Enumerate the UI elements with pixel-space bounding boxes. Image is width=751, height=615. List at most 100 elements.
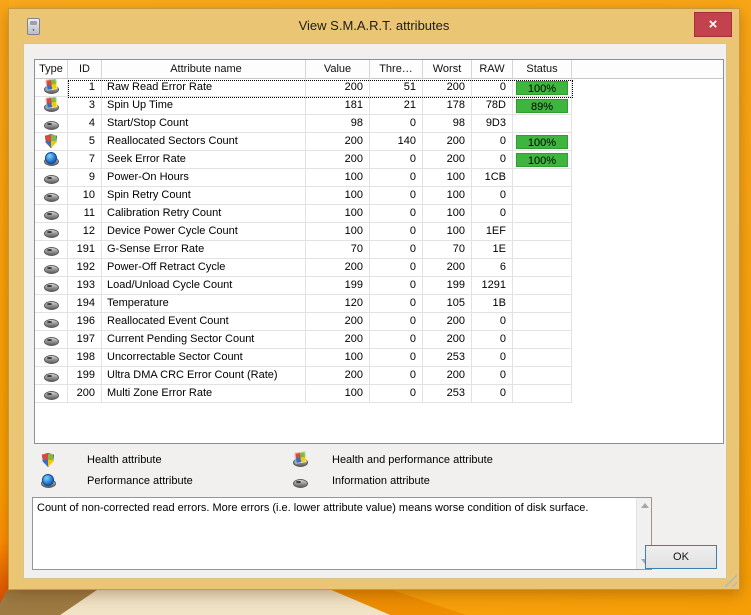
cell-type xyxy=(35,349,68,367)
table-row[interactable]: 198 Uncorrectable Sector Count 100 0 253 0 xyxy=(35,349,572,367)
cell-threshold: 0 xyxy=(370,223,423,241)
cell-attribute-name: Power-Off Retract Cycle xyxy=(102,259,306,277)
cell-attribute-name: Spin Up Time xyxy=(102,97,306,115)
cell-status xyxy=(513,187,572,205)
column-header-status[interactable]: Status xyxy=(513,60,572,79)
information-icon xyxy=(43,223,59,239)
cell-worst: 100 xyxy=(423,223,472,241)
cell-id: 192 xyxy=(68,259,102,277)
cell-threshold: 0 xyxy=(370,169,423,187)
table-row[interactable]: 5 Reallocated Sectors Count 200 140 200 0 100% xyxy=(35,133,572,151)
cell-status xyxy=(513,295,572,313)
legend-label: Health attribute xyxy=(87,454,162,466)
cell-worst: 200 xyxy=(423,367,472,385)
cell-type xyxy=(35,259,68,277)
cell-attribute-name: Calibration Retry Count xyxy=(102,205,306,223)
cell-status xyxy=(513,205,572,223)
cell-worst: 200 xyxy=(423,79,472,97)
table-row[interactable]: 196 Reallocated Event Count 200 0 200 0 xyxy=(35,313,572,331)
attribute-description-box[interactable]: Count of non-corrected read errors. More… xyxy=(32,497,652,570)
cell-raw: 0 xyxy=(472,187,513,205)
table-row[interactable]: 10 Spin Retry Count 100 0 100 0 xyxy=(35,187,572,205)
cell-type xyxy=(35,385,68,403)
health-icon xyxy=(43,133,59,149)
cell-type xyxy=(35,367,68,385)
health-and-performance-icon xyxy=(43,97,59,113)
cell-value: 200 xyxy=(306,313,370,331)
cell-id: 199 xyxy=(68,367,102,385)
table-row[interactable]: 191 G-Sense Error Rate 70 0 70 1E xyxy=(35,241,572,259)
table-row[interactable]: 197 Current Pending Sector Count 200 0 200 0 xyxy=(35,331,572,349)
health-icon xyxy=(40,452,56,468)
column-header-raw[interactable]: RAW xyxy=(472,60,513,79)
cell-worst: 70 xyxy=(423,241,472,259)
cell-id: 198 xyxy=(68,349,102,367)
information-icon xyxy=(43,187,59,203)
cell-status: 100% xyxy=(513,79,572,97)
cell-worst: 105 xyxy=(423,295,472,313)
cell-id: 3 xyxy=(68,97,102,115)
table-row[interactable]: 1 Raw Read Error Rate 200 51 200 0 100% xyxy=(35,79,572,97)
table-row[interactable]: 12 Device Power Cycle Count 100 0 100 1EF xyxy=(35,223,572,241)
cell-id: 200 xyxy=(68,385,102,403)
cell-threshold: 0 xyxy=(370,331,423,349)
cell-id: 12 xyxy=(68,223,102,241)
information-icon xyxy=(43,241,59,257)
listview-header: Type ID Attribute name Value Thre… Worst… xyxy=(35,60,723,79)
cell-raw: 0 xyxy=(472,367,513,385)
titlebar[interactable]: View S.M.A.R.T. attributes × xyxy=(9,9,739,43)
cell-value: 181 xyxy=(306,97,370,115)
information-icon xyxy=(43,115,59,131)
status-badge: 89% xyxy=(516,99,568,113)
information-icon xyxy=(43,277,59,293)
cell-raw: 0 xyxy=(472,331,513,349)
cell-raw: 1B xyxy=(472,295,513,313)
information-icon xyxy=(43,313,59,329)
cell-threshold: 0 xyxy=(370,313,423,331)
cell-value: 200 xyxy=(306,367,370,385)
cell-worst: 200 xyxy=(423,313,472,331)
table-row[interactable]: 194 Temperature 120 0 105 1B xyxy=(35,295,572,313)
table-row[interactable]: 3 Spin Up Time 181 21 178 78D 89% xyxy=(35,97,572,115)
table-row[interactable]: 11 Calibration Retry Count 100 0 100 0 xyxy=(35,205,572,223)
ok-button[interactable]: OK xyxy=(645,545,717,569)
table-row[interactable]: 200 Multi Zone Error Rate 100 0 253 0 xyxy=(35,385,572,403)
smart-attributes-dialog: View S.M.A.R.T. attributes × Type ID Att… xyxy=(8,8,740,590)
cell-raw: 1291 xyxy=(472,277,513,295)
table-row[interactable]: 9 Power-On Hours 100 0 100 1CB xyxy=(35,169,572,187)
scrollbar-up-button[interactable] xyxy=(638,499,651,513)
table-row[interactable]: 4 Start/Stop Count 98 0 98 9D3 xyxy=(35,115,572,133)
column-header-threshold[interactable]: Thre… xyxy=(370,60,423,79)
cell-status xyxy=(513,277,572,295)
legend-label: Information attribute xyxy=(332,475,430,487)
column-header-attribute-name[interactable]: Attribute name xyxy=(102,60,306,79)
legend-label: Performance attribute xyxy=(87,475,193,487)
cell-worst: 100 xyxy=(423,205,472,223)
cell-status: 100% xyxy=(513,133,572,151)
dialog-client-area: Type ID Attribute name Value Thre… Worst… xyxy=(23,43,727,579)
cell-value: 100 xyxy=(306,187,370,205)
table-body: 1 Raw Read Error Rate 200 51 200 0 100% 3 Spin U… xyxy=(35,79,723,403)
table-row[interactable]: 7 Seek Error Rate 200 0 200 0 100% xyxy=(35,151,572,169)
cell-value: 199 xyxy=(306,277,370,295)
cell-raw: 0 xyxy=(472,313,513,331)
close-button[interactable]: × xyxy=(694,12,732,37)
column-header-value[interactable]: Value xyxy=(306,60,370,79)
cell-id: 11 xyxy=(68,205,102,223)
cell-raw: 6 xyxy=(472,259,513,277)
column-header-id[interactable]: ID xyxy=(68,60,102,79)
table-row[interactable]: 193 Load/Unload Cycle Count 199 0 199 1291 xyxy=(35,277,572,295)
cell-type xyxy=(35,133,68,151)
cell-type xyxy=(35,79,68,97)
column-header-type[interactable]: Type xyxy=(35,60,68,79)
cell-status xyxy=(513,169,572,187)
cell-status xyxy=(513,115,572,133)
column-header-worst[interactable]: Worst xyxy=(423,60,472,79)
cell-status xyxy=(513,259,572,277)
table-row[interactable]: 192 Power-Off Retract Cycle 200 0 200 6 xyxy=(35,259,572,277)
cell-id: 5 xyxy=(68,133,102,151)
table-row[interactable]: 199 Ultra DMA CRC Error Count (Rate) 200 0 2… xyxy=(35,367,572,385)
cell-worst: 200 xyxy=(423,259,472,277)
cell-threshold: 51 xyxy=(370,79,423,97)
cell-type xyxy=(35,169,68,187)
